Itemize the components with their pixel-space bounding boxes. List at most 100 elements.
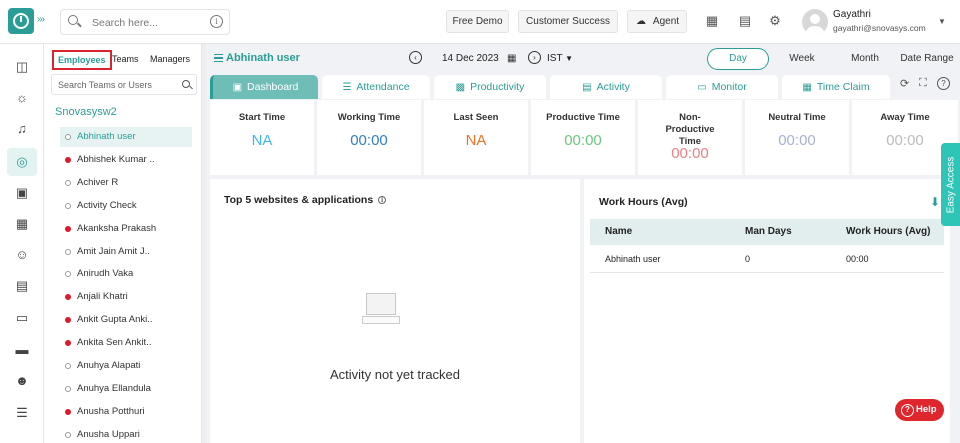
date-display[interactable]: 14 Dec 2023 — [442, 53, 499, 64]
top-websites-title: Top 5 websites & applications i — [224, 194, 387, 206]
lightbulb-icon[interactable]: ☼ — [13, 89, 31, 107]
expand-menu-icon[interactable]: ››› — [37, 14, 45, 25]
menu-icon — [214, 54, 223, 63]
dashboard-icon[interactable]: ◫ — [13, 58, 31, 76]
team-icon[interactable]: ☻ — [13, 372, 31, 390]
timezone-select[interactable]: IST ▼ — [547, 53, 573, 64]
easy-access-label: Easy Access — [945, 156, 956, 213]
employee-list-item[interactable]: Ankit Gupta Anki.. — [60, 310, 192, 330]
next-date-button[interactable]: › — [528, 51, 541, 64]
employee-list-scrollbar[interactable] — [202, 44, 206, 443]
agent-button[interactable]: ☁ Agent — [627, 10, 687, 33]
user-icon[interactable]: ☺ — [13, 246, 31, 264]
tab-time-claim[interactable]: ▦ Time Claim — [782, 75, 890, 99]
help-circle-icon[interactable]: ? — [937, 77, 950, 90]
user-email: gayathri@snovasys.com — [833, 23, 926, 33]
employee-list-item[interactable]: Anjali Khatri — [60, 287, 192, 307]
tab-dashboard-label: Dashboard — [247, 81, 299, 93]
prev-date-button[interactable]: ‹ — [409, 51, 422, 64]
employee-list-item[interactable]: Anusha Uppari — [60, 425, 192, 443]
help-button[interactable]: Help — [895, 399, 944, 421]
employee-list-item[interactable]: Activity Check — [60, 196, 192, 216]
tab-monitor[interactable]: ▭ Monitor — [666, 75, 778, 99]
employee-name: Abhinath user — [77, 131, 136, 142]
employee-list-item[interactable]: Anusha Potthuri — [60, 402, 192, 422]
employee-name: Anusha Potthuri — [77, 405, 145, 417]
tab-teams[interactable]: Teams — [112, 54, 139, 64]
stat-productive-time: Productive Time 00:00 — [531, 100, 635, 175]
productivity-icon: ▩ — [455, 82, 466, 93]
period-day[interactable]: Day — [707, 48, 769, 70]
main-content: Abhinath user ‹ 14 Dec 2023 ▦ › IST ▼ Da… — [208, 44, 960, 443]
bell-icon[interactable]: ♫ — [13, 120, 31, 138]
global-search-input[interactable]: Search here... i — [60, 9, 230, 35]
app-logo[interactable] — [8, 8, 34, 34]
chevron-down-icon[interactable]: ▼ — [938, 17, 946, 26]
free-demo-button[interactable]: Free Demo — [446, 10, 509, 33]
timezone-value: IST — [547, 53, 563, 64]
period-week[interactable]: Week — [778, 48, 826, 70]
tab-managers[interactable]: Managers — [150, 54, 190, 64]
chevron-down-icon: ▼ — [565, 54, 574, 63]
employee-name: Abhishek Kumar .. — [77, 153, 155, 165]
customer-success-button[interactable]: Customer Success — [518, 10, 618, 33]
tv-icon[interactable]: ▣ — [13, 184, 31, 202]
employee-search-input[interactable]: Search Teams or Users — [51, 74, 197, 95]
top-websites-card: Top 5 websites & applications i Activity … — [210, 179, 580, 443]
work-hours-card: Work Hours (Avg) ⬇ Name Man Days Work Ho… — [584, 179, 950, 443]
period-month[interactable]: Month — [840, 48, 890, 70]
table-row: Abhinath user 0 00:00 — [590, 245, 944, 273]
employee-name: Anusha Uppari — [77, 428, 140, 440]
monitor-icon[interactable]: ▭ — [13, 309, 31, 327]
organization-name[interactable]: Snovasysw2 — [55, 106, 117, 118]
briefcase-icon[interactable]: ▤ — [13, 277, 31, 295]
employee-list-item[interactable]: Amit Jain Amit J.. — [60, 242, 192, 262]
tab-productivity[interactable]: ▩ Productivity — [434, 75, 546, 99]
employee-list-item[interactable]: Akanksha Prakash — [60, 219, 192, 239]
gear-icon[interactable]: ⚙ — [767, 13, 783, 29]
employee-list-item[interactable]: Ankita Sen Ankit.. — [60, 333, 192, 353]
fullscreen-icon[interactable]: ⛶ — [919, 77, 927, 90]
status-dot — [65, 385, 71, 392]
target-icon[interactable]: ◎ — [7, 148, 37, 176]
download-icon[interactable]: ⬇ — [930, 195, 940, 209]
employee-name: Anirudh Vaka — [77, 268, 134, 280]
employee-list-item[interactable]: Anirudh Vaka — [60, 264, 192, 284]
employee-list-item[interactable]: Anuhya Alapati — [60, 356, 192, 376]
tab-activity[interactable]: ▤ Activity — [550, 75, 662, 99]
employee-name: Ankit Gupta Anki.. — [77, 314, 153, 326]
stat-label: Neutral Time — [768, 112, 826, 123]
stat-working-time: Working Time 00:00 — [317, 100, 421, 175]
info-icon[interactable]: i — [378, 196, 387, 205]
tab-employees[interactable]: Employees — [52, 50, 112, 70]
employee-list-item[interactable]: Abhishek Kumar .. — [60, 150, 192, 170]
employee-list-item[interactable]: Anuhya Ellandula — [60, 379, 192, 399]
column-work-hours[interactable]: Work Hours (Avg) — [846, 219, 930, 245]
column-name[interactable]: Name — [605, 219, 632, 245]
employee-name: Amit Jain Amit J.. — [77, 245, 150, 257]
employee-list-item[interactable]: Achiver R — [60, 173, 192, 193]
refresh-icon[interactable]: ⟳ — [900, 77, 909, 90]
document-icon[interactable]: ▤ — [737, 13, 753, 29]
period-date-range[interactable]: Date Range — [898, 48, 956, 70]
credit-card-icon[interactable]: ▬ — [13, 341, 31, 359]
info-icon[interactable]: i — [210, 15, 223, 28]
status-dot — [65, 156, 71, 163]
easy-access-tab[interactable]: Easy Access — [941, 143, 960, 226]
employee-name: Ankita Sen Ankit.. — [77, 337, 152, 349]
hierarchy-icon[interactable]: ☰ — [13, 404, 31, 422]
calendar-icon[interactable]: ▦ — [507, 53, 516, 64]
calendar-icon[interactable]: ▦ — [13, 215, 31, 233]
employee-list-item[interactable]: Abhinath user — [60, 127, 192, 147]
search-icon — [68, 15, 78, 25]
tab-dashboard[interactable]: ▣ Dashboard — [210, 75, 318, 99]
avatar[interactable] — [802, 9, 828, 35]
store-icon[interactable]: ▦ — [704, 13, 720, 29]
employee-search-placeholder: Search Teams or Users — [58, 80, 152, 90]
tab-attendance[interactable]: ☰ Attendance — [322, 75, 430, 99]
selected-user-title[interactable]: Abhinath user — [214, 52, 300, 64]
employee-name: Anjali Khatri — [77, 291, 128, 303]
stat-value: 00:00 — [350, 132, 388, 149]
column-man-days[interactable]: Man Days — [745, 219, 792, 245]
status-dot — [65, 363, 71, 369]
